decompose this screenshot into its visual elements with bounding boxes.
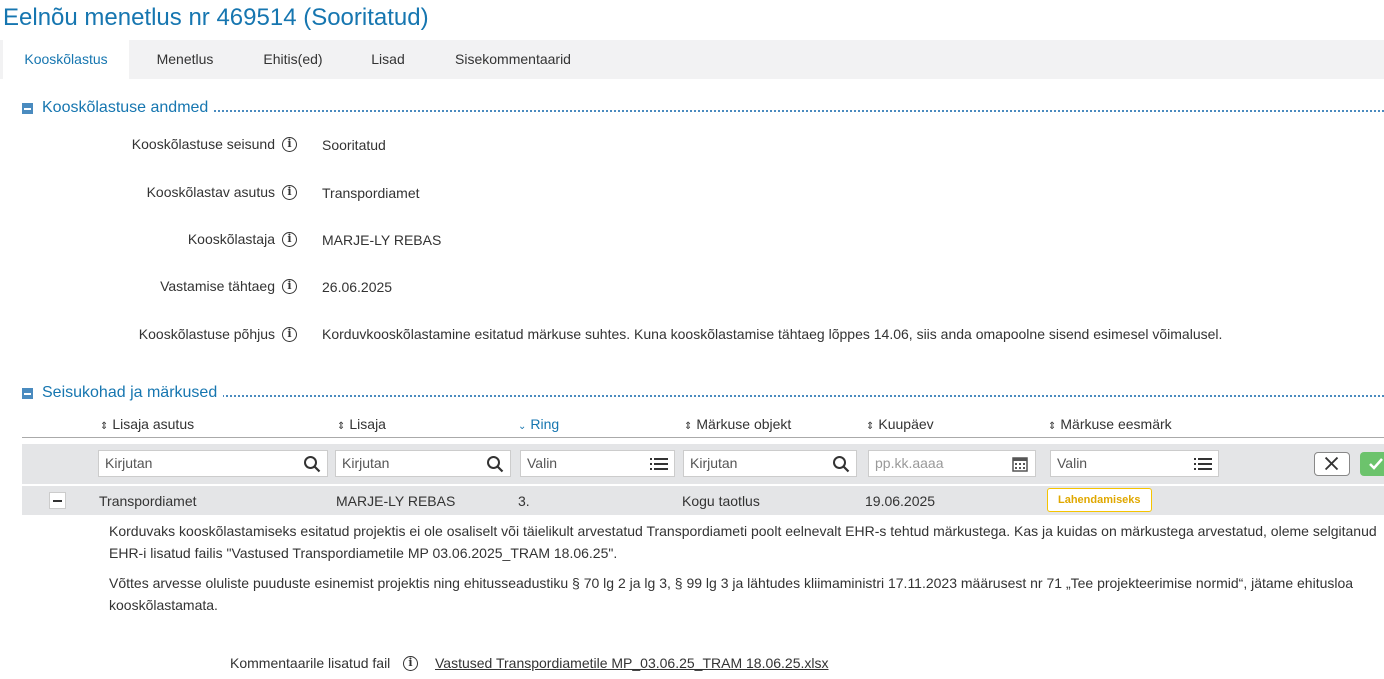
info-icon[interactable] <box>403 656 418 671</box>
collapse-icon[interactable] <box>22 388 33 399</box>
tab-bar: Kooskõlastus Menetlus Ehitis(ed) Lisad S… <box>0 40 1384 79</box>
sort-icon: ⇕ <box>684 421 693 432</box>
info-icon[interactable] <box>282 279 297 294</box>
field-label-seisund: Kooskõlastuse seisund <box>131 136 275 152</box>
filter-kuupaev-input[interactable]: pp.kk.aaaa <box>868 450 1036 477</box>
col-header-eesmark[interactable]: ⇕ Märkuse eesmärk <box>1048 416 1172 432</box>
field-value-pohjus: Korduvkooskõlastamine esitatud märkuse s… <box>322 326 1223 342</box>
calendar-icon[interactable] <box>1011 455 1029 473</box>
field-value-seisund: Sooritatud <box>322 137 386 153</box>
sort-icon: ⇕ <box>1048 421 1057 432</box>
filter-eesmark-select[interactable]: Valin <box>1050 450 1219 477</box>
sort-icon: ⇕ <box>337 421 346 432</box>
apply-filters-button[interactable] <box>1360 452 1384 476</box>
field-label-kooskolastaja: Kooskõlastaja <box>187 231 275 247</box>
filter-asutus-input[interactable]: Kirjutan <box>98 450 328 477</box>
attached-file-label: Kommentaarile lisatud fail <box>230 655 391 671</box>
col-header-ring[interactable]: ⌄ Ring <box>518 416 559 432</box>
search-icon[interactable] <box>303 455 321 473</box>
list-icon <box>650 458 668 470</box>
search-icon[interactable] <box>486 455 504 473</box>
col-header-objekt[interactable]: ⇕ Märkuse objekt <box>684 416 791 432</box>
page-title: Eelnõu menetlus nr 469514 (Sooritatud) <box>3 4 429 31</box>
tab-menetlus[interactable]: Menetlus <box>140 40 230 79</box>
field-label-pohjus: Kooskõlastuse põhjus <box>138 326 275 342</box>
cell-lisaja: MARJE-LY REBAS <box>336 493 456 509</box>
check-icon <box>1369 458 1383 470</box>
collapse-row-button[interactable] <box>49 492 66 509</box>
section-title[interactable]: Seisukohad ja märkused <box>42 383 224 403</box>
tab-sisekommentaarid[interactable]: Sisekommentaarid <box>440 40 586 79</box>
col-header-asutus[interactable]: ⇕ Lisaja asutus <box>100 416 194 432</box>
filter-row: Kirjutan Kirjutan Valin Kirjutan pp.kk.a… <box>22 444 1384 484</box>
filter-objekt-input[interactable]: Kirjutan <box>683 450 857 477</box>
list-icon <box>1194 458 1212 470</box>
filter-lisaja-input[interactable]: Kirjutan <box>335 450 511 477</box>
clear-filters-button[interactable] <box>1314 452 1350 476</box>
field-label-tahtaeg: Vastamise tähtaeg <box>160 278 275 294</box>
cell-kuupaev: 19.06.2025 <box>865 493 936 509</box>
section-title[interactable]: Kooskõlastuse andmed <box>42 98 215 118</box>
info-icon[interactable] <box>282 137 297 152</box>
section-divider <box>42 110 1384 112</box>
table-row[interactable]: Transpordiamet MARJE-LY REBAS 3. Kogu ta… <box>22 486 1384 515</box>
status-badge: Lahendamiseks <box>1047 488 1152 512</box>
section-kooskolastuse-andmed: Kooskõlastuse andmed <box>22 98 1384 118</box>
filter-ring-select[interactable]: Valin <box>520 450 675 477</box>
info-icon[interactable] <box>282 185 297 200</box>
tab-ehitised[interactable]: Ehitis(ed) <box>249 40 337 79</box>
col-header-lisaja[interactable]: ⇕ Lisaja <box>337 416 386 432</box>
sort-icon: ⇕ <box>100 421 109 432</box>
comment-paragraph: Korduvaks kooskõlastamiseks esitatud pro… <box>109 523 1377 561</box>
section-divider <box>42 395 1384 397</box>
tab-lisad[interactable]: Lisad <box>356 40 420 79</box>
close-icon <box>1324 456 1339 471</box>
chevron-down-icon: ⌄ <box>518 421 527 432</box>
field-label-asutus: Kooskõlastav asutus <box>146 184 275 200</box>
info-icon[interactable] <box>282 232 297 247</box>
tab-kooskolastus[interactable]: Kooskõlastus <box>3 40 129 79</box>
cell-objekt: Kogu taotlus <box>682 493 760 509</box>
field-value-asutus: Transpordiamet <box>322 185 420 201</box>
collapse-icon[interactable] <box>22 103 33 114</box>
search-icon[interactable] <box>832 455 850 473</box>
header-divider <box>22 437 1384 438</box>
field-value-kooskolastaja: MARJE-LY REBAS <box>322 232 442 248</box>
comment-paragraph: Võttes arvesse oluliste puuduste esinemi… <box>109 575 1354 613</box>
attached-file-link[interactable]: Vastused Transpordiametile MP_03.06.25_T… <box>435 655 829 671</box>
sort-icon: ⇕ <box>866 421 875 432</box>
section-seisukohad: Seisukohad ja märkused <box>22 383 1384 403</box>
field-value-tahtaeg: 26.06.2025 <box>322 279 393 295</box>
info-icon[interactable] <box>282 327 297 342</box>
col-header-kuupaev[interactable]: ⇕ Kuupäev <box>866 416 934 432</box>
cell-ring: 3. <box>518 493 530 509</box>
cell-asutus: Transpordiamet <box>99 493 197 509</box>
